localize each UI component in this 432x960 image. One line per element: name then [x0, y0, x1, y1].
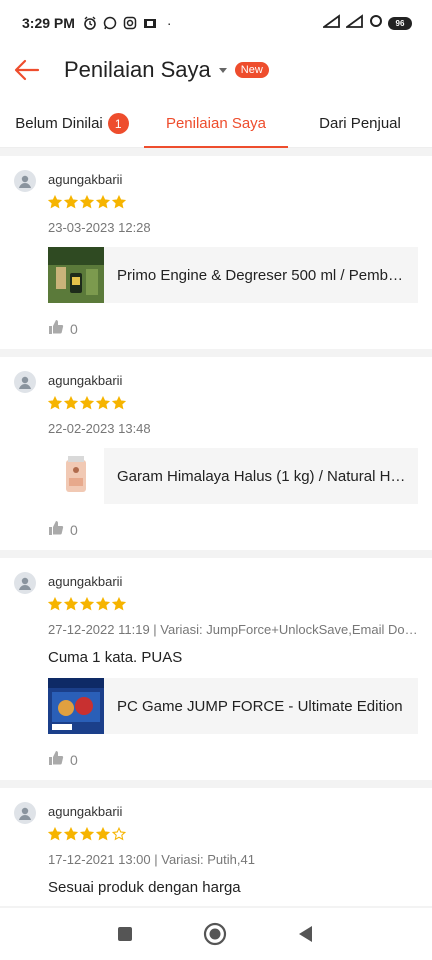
- star-filled-icon: [112, 195, 126, 209]
- tab-label: Penilaian Saya: [165, 115, 267, 132]
- star-filled-icon: [64, 396, 78, 410]
- reviewer-name: agungakbarii: [48, 172, 123, 187]
- avatar[interactable]: [14, 802, 36, 824]
- star-filled-icon: [64, 827, 78, 841]
- page-title: Penilaian Saya: [64, 57, 211, 82]
- home-button[interactable]: [203, 922, 227, 946]
- review-card: agungakbarii 22-02-2023 13:48 Garam Hima…: [0, 357, 432, 550]
- reviewer-name: agungakbarii: [48, 574, 123, 589]
- product-name: PC Game JUMP FORCE - Ultimate Edition: [117, 697, 403, 715]
- avatar[interactable]: [14, 572, 36, 594]
- like-button[interactable]: 0: [48, 520, 418, 540]
- star-empty-icon: [112, 827, 126, 841]
- review-comment: Sesuai produk dengan harga: [48, 879, 241, 896]
- status-dot: ·: [166, 15, 172, 31]
- product-name: Garam Himalaya Halus (1 kg) / Natural Hi…: [117, 467, 406, 485]
- tab-label: Dari Penjual: [319, 115, 401, 132]
- like-button[interactable]: 0: [48, 319, 418, 339]
- notification-icons: ·: [83, 15, 172, 31]
- avatar[interactable]: [14, 170, 36, 192]
- like-count: 0: [70, 752, 78, 768]
- system-nav-bar: [0, 908, 432, 960]
- status-time: 3:29 PM: [22, 15, 75, 31]
- tab-dari-penjual[interactable]: Dari Penjual: [288, 100, 432, 147]
- star-filled-icon: [48, 195, 62, 209]
- avatar[interactable]: [14, 371, 36, 393]
- star-filled-icon: [64, 597, 78, 611]
- reviewer-name: agungakbarii: [48, 804, 123, 819]
- star-filled-icon: [80, 396, 94, 410]
- title-dropdown-icon[interactable]: [218, 67, 227, 73]
- review-meta: 27-12-2022 11:19 | Variasi: JumpForce+Un…: [48, 622, 418, 637]
- sim-icon: [143, 16, 157, 30]
- star-rating: [48, 827, 418, 843]
- app-header: Penilaian Saya New: [0, 46, 432, 94]
- thumbs-up-icon: [48, 319, 64, 340]
- alarm-icon: [83, 16, 97, 30]
- circle-icon: [369, 14, 383, 33]
- like-button[interactable]: 0: [48, 750, 418, 770]
- status-bar: 3:29 PM · 96: [0, 0, 432, 46]
- star-filled-icon: [96, 597, 110, 611]
- back-arrow-icon[interactable]: [13, 56, 41, 84]
- tab-bar: Belum Dinilai 1 Penilaian Saya Dari Penj…: [0, 100, 432, 148]
- product-name: Primo Engine & Degreser 500 ml / Pembers…: [117, 266, 406, 284]
- star-filled-icon: [48, 396, 62, 410]
- system-icons: 96: [321, 13, 412, 33]
- star-rating: [48, 195, 418, 211]
- product-card[interactable]: Garam Himalaya Halus (1 kg) / Natural Hi…: [48, 448, 418, 504]
- signal-icon: [321, 13, 341, 33]
- thumbs-up-icon: [48, 520, 64, 541]
- reviewer-name: agungakbarii: [48, 373, 123, 388]
- product-card[interactable]: PC Game JUMP FORCE - Ultimate Edition: [48, 678, 418, 734]
- star-filled-icon: [80, 597, 94, 611]
- product-thumbnail: [48, 448, 104, 504]
- tab-penilaian-saya[interactable]: Penilaian Saya: [144, 100, 288, 148]
- review-list[interactable]: agungakbarii 23-03-2023 12:28 Primo Engi…: [0, 148, 432, 908]
- star-filled-icon: [112, 396, 126, 410]
- like-count: 0: [70, 522, 78, 538]
- review-meta: 22-02-2023 13:48: [48, 421, 151, 436]
- instagram-icon: [123, 16, 137, 30]
- review-card: agungakbarii 17-12-2021 13:00 | Variasi:…: [0, 788, 432, 906]
- back-button[interactable]: [297, 925, 315, 943]
- product-thumbnail: [48, 247, 104, 303]
- star-filled-icon: [80, 195, 94, 209]
- star-filled-icon: [96, 396, 110, 410]
- star-filled-icon: [48, 597, 62, 611]
- like-count: 0: [70, 321, 78, 337]
- tab-count-badge: 1: [107, 113, 129, 134]
- review-card: agungakbarii 23-03-2023 12:28 Primo Engi…: [0, 156, 432, 349]
- battery-icon: 96: [388, 16, 412, 30]
- tab-belum-dinilai[interactable]: Belum Dinilai 1: [0, 100, 144, 147]
- star-filled-icon: [80, 827, 94, 841]
- thumbs-up-icon: [48, 750, 64, 771]
- star-filled-icon: [112, 597, 126, 611]
- star-filled-icon: [64, 195, 78, 209]
- star-filled-icon: [48, 827, 62, 841]
- star-rating: [48, 396, 418, 412]
- tab-label: Belum Dinilai: [15, 115, 103, 132]
- product-card[interactable]: Primo Engine & Degreser 500 ml / Pembers…: [48, 247, 418, 303]
- review-meta: 17-12-2021 13:00 | Variasi: Putih,41: [48, 852, 255, 867]
- product-thumbnail: [48, 678, 104, 734]
- wifi-icon: [344, 13, 364, 33]
- star-filled-icon: [96, 195, 110, 209]
- whatsapp-icon: [103, 16, 117, 30]
- star-filled-icon: [96, 827, 110, 841]
- review-card: agungakbarii 27-12-2022 11:19 | Variasi:…: [0, 558, 432, 780]
- star-rating: [48, 597, 418, 613]
- review-comment: Cuma 1 kata. PUAS: [48, 649, 183, 666]
- new-badge: New: [234, 62, 269, 78]
- recent-apps-button[interactable]: [117, 926, 133, 942]
- review-meta: 23-03-2023 12:28: [48, 220, 151, 235]
